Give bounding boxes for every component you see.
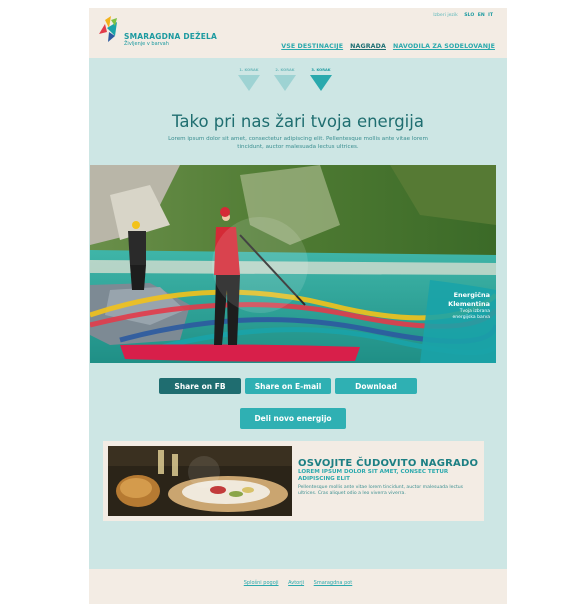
footer-links: Splošni pogoji Avtorji Smaragdna pot <box>89 580 507 586</box>
step-3-triangle-icon <box>310 75 332 91</box>
step-2-label: 2. KORAK <box>275 68 295 72</box>
nav-all-destinations[interactable]: VSE DESTINACIJE <box>281 43 343 50</box>
lead-text: Lorem ipsum dolor sit amet, consectetur … <box>168 136 428 150</box>
badge-small-2: energijska barva <box>452 315 490 320</box>
energy-badge: Energična Klementina Tvoja izbrana energ… <box>448 291 490 321</box>
promo-body: Pellentesque mollis ante vitae lorem tin… <box>298 485 464 496</box>
promo-subtitle: LOREM IPSUM DOLOR SIT AMET, CONSEC TETUR… <box>298 469 449 482</box>
badge-line-2: Klementina <box>448 300 490 308</box>
footer-link-emerald-path[interactable]: Smaragdna pot <box>314 580 353 586</box>
step-3-label: 3. KORAK <box>311 68 331 72</box>
header: SMARAGDNA DEŽELA Življenje v barvah Izbe… <box>89 8 507 58</box>
step-2: 2. KORAK <box>273 68 297 91</box>
brand-logo-icon[interactable] <box>95 14 121 44</box>
food-photo-illustration <box>108 446 292 516</box>
hero-photo-illustration <box>90 165 496 363</box>
main-nav: VSE DESTINACIJE NAGRADA NAVODILA ZA SODE… <box>281 43 495 50</box>
brand-subtitle: Življenje v barvah <box>124 41 169 47</box>
brand-title: SMARAGDNA DEŽELA <box>124 32 218 41</box>
page-title: Tako pri nas žari tvoja energija <box>172 112 424 131</box>
step-1: 1. KORAK <box>237 68 261 91</box>
footer-link-terms[interactable]: Splošni pogoji <box>244 580 279 586</box>
share-email-button[interactable]: Share on E-mail <box>245 378 331 394</box>
promo-image <box>108 446 292 516</box>
lang-option-it[interactable]: IT <box>488 13 493 18</box>
nav-instructions[interactable]: NAVODILA ZA SODELOVANJE <box>393 43 495 50</box>
prize-promo: OSVOJITE ČUDOVITO NAGRADO LOREM IPSUM DO… <box>103 441 484 521</box>
download-button[interactable]: Download <box>335 378 417 394</box>
nav-prize[interactable]: NAGRADA <box>350 43 386 50</box>
step-3: 3. KORAK <box>309 68 333 91</box>
language-selector: Izberi jezik SLO EN IT <box>433 13 493 18</box>
share-fb-button[interactable]: Share on FB <box>159 378 241 394</box>
language-label: Izberi jezik <box>433 13 458 18</box>
new-energy-button[interactable]: Deli novo energijo <box>240 408 346 429</box>
step-indicator: 1. KORAK 2. KORAK 3. KORAK <box>237 68 333 91</box>
share-actions: Share on FB Share on E-mail Download <box>159 378 417 394</box>
page: SMARAGDNA DEŽELA Življenje v barvah Izbe… <box>89 8 507 604</box>
lang-option-slo[interactable]: SLO <box>464 13 474 18</box>
promo-title: OSVOJITE ČUDOVITO NAGRADO <box>298 458 479 469</box>
badge-line-1: Energična <box>453 291 490 299</box>
step-1-label: 1. KORAK <box>239 68 259 72</box>
hero-image: Energična Klementina Tvoja izbrana energ… <box>90 165 496 363</box>
footer-link-authors[interactable]: Avtorji <box>288 580 304 586</box>
lang-option-en[interactable]: EN <box>478 13 485 18</box>
step-2-triangle-icon <box>274 75 296 91</box>
footer: Splošni pogoji Avtorji Smaragdna pot <box>89 569 507 604</box>
step-1-triangle-icon <box>238 75 260 91</box>
